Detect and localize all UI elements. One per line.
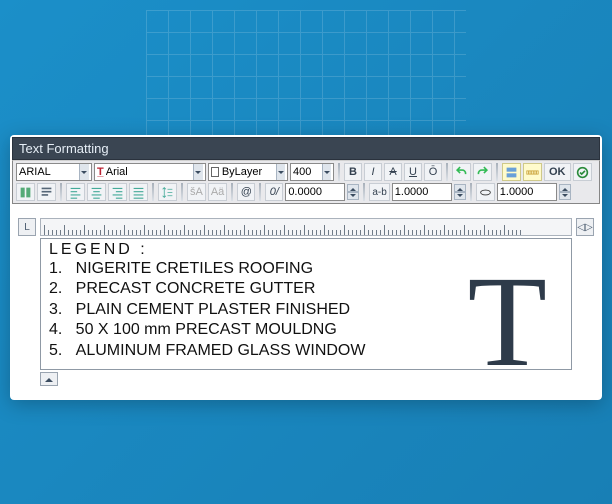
panel-title: Text Formatting [19,141,109,156]
bold-button[interactable]: B [344,163,362,181]
ruler-left-cap[interactable]: L [18,218,36,236]
legend-item: 5. ALUMINUM FRAMED GLASS WINDOW [49,341,563,361]
horizontal-ruler[interactable] [40,218,572,236]
dropdown-icon [276,164,285,180]
text-height-value[interactable] [293,166,322,178]
width-factor-value[interactable] [395,186,449,198]
tracking-value[interactable] [288,186,342,198]
stack-button[interactable] [502,163,521,181]
vertical-scroll-handle[interactable] [40,372,58,386]
line-spacing-button[interactable] [158,183,177,201]
legend-item: 3. PLAIN CEMENT PLASTER FINISHED [49,300,563,320]
text-formatting-panel: Text Formatting T̲ B [10,135,602,400]
undo-button[interactable] [452,163,471,181]
italic-button[interactable]: I [364,163,382,181]
color-value[interactable] [222,166,276,178]
legend-title: LEGEND : [41,241,563,259]
tracking-spinner[interactable] [347,184,359,200]
oblique-angle-icon [476,183,495,201]
redo-button[interactable] [473,163,492,181]
truetype-icon: T̲ [97,166,104,178]
separator [231,183,233,201]
justify-full-button[interactable] [129,183,148,201]
justify-right-button[interactable] [108,183,127,201]
editor-area: L ◁▷ LEGEND : 1. NIGERITE CRETILES ROOFI… [12,214,600,398]
toolbar-row-1: T̲ B I A U Ō OK [16,163,596,181]
dropdown-icon [79,164,89,180]
bullets-button[interactable]: Aä [208,183,227,201]
toolbar-row-2: šA Aä @ 0/ a-b [16,183,596,201]
strikethrough-button[interactable]: A [384,163,402,181]
width-factor-input[interactable] [392,183,452,201]
oblique-spinner[interactable] [559,184,571,200]
ruler-right-cap[interactable]: ◁▷ [576,218,594,236]
underline-button[interactable]: U [404,163,422,181]
justify-left-button[interactable] [66,183,85,201]
dropdown-icon [193,164,203,180]
separator [363,183,365,201]
toolbar: T̲ B I A U Ō OK [12,160,600,204]
separator [496,163,498,181]
numbering-button[interactable]: šA [187,183,206,201]
separator [446,163,448,181]
mtext-justify-button[interactable] [37,183,56,201]
dropdown-icon [322,164,331,180]
separator [60,183,62,201]
legend-item: 2. PRECAST CONCRETE GUTTER [49,279,563,299]
panel-titlebar: Text Formatting [12,137,600,160]
ok-button[interactable]: OK [544,163,571,181]
font-dropdown[interactable]: T̲ [94,163,206,181]
tracking-input[interactable] [285,183,345,201]
color-swatch-icon [211,167,219,177]
overline-button[interactable]: Ō [424,163,442,181]
separator [152,183,154,201]
separator [181,183,183,201]
oblique-value[interactable] [500,186,554,198]
ruler-row: L ◁▷ [18,218,594,236]
text-style-dropdown[interactable] [16,163,92,181]
color-dropdown[interactable] [208,163,288,181]
separator [338,163,340,181]
font-value[interactable] [106,166,193,178]
text-editor[interactable]: LEGEND : 1. NIGERITE CRETILES ROOFING2. … [40,238,572,370]
text-style-value[interactable] [19,166,79,178]
separator [259,183,261,201]
width-factor-spinner[interactable] [454,184,466,200]
justify-center-button[interactable] [87,183,106,201]
separator [470,183,472,201]
ruler-toggle-button[interactable] [523,163,542,181]
width-factor-icon: a-b [369,183,389,201]
options-button[interactable] [573,163,592,181]
symbol-button[interactable]: @ [237,183,255,201]
legend-list: 1. NIGERITE CRETILES ROOFING2. PRECAST C… [41,259,563,361]
legend-item: 4. 50 X 100 mm PRECAST MOULDNG [49,320,563,340]
columns-button[interactable] [16,183,35,201]
oblique-input[interactable] [497,183,557,201]
oblique-button[interactable]: 0/ [265,183,283,201]
text-height-input[interactable] [290,163,334,181]
legend-item: 1. NIGERITE CRETILES ROOFING [49,259,563,279]
